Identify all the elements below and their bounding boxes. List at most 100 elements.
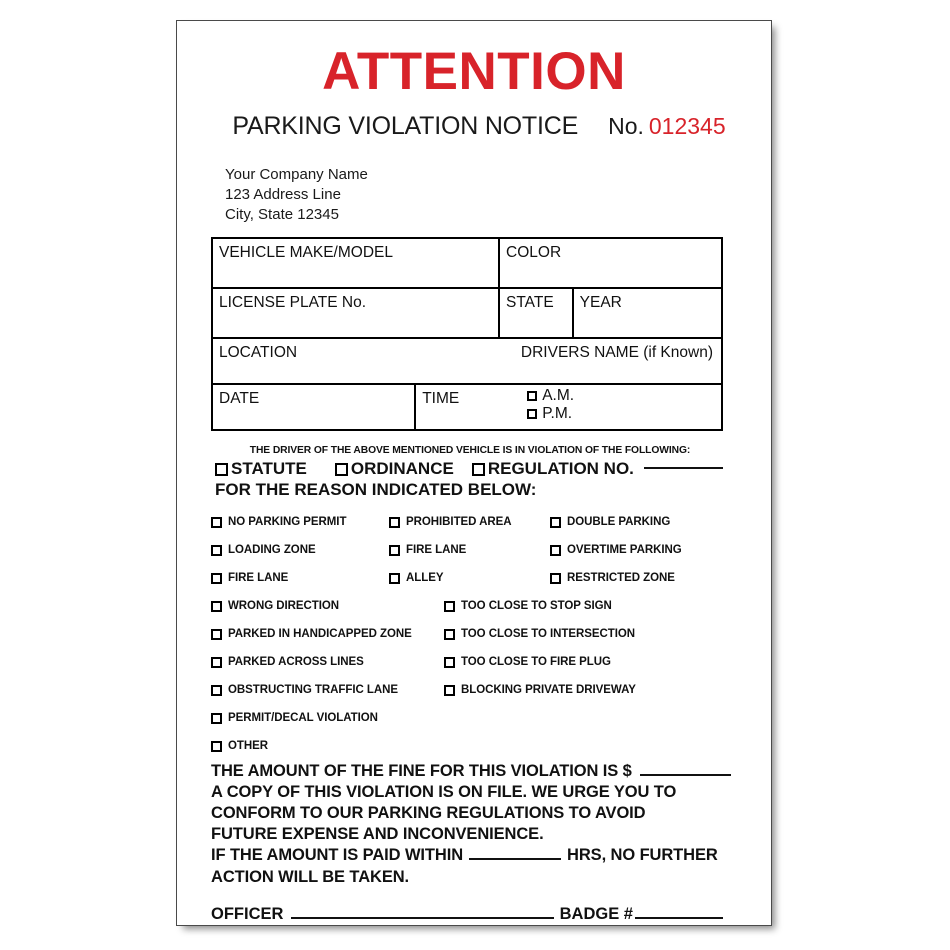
checkbox-label: ALLEY (406, 572, 444, 584)
field-year[interactable]: YEAR (574, 289, 721, 337)
checkbox-icon (471, 462, 485, 476)
notice-number-value: 012345 (648, 113, 726, 139)
checkbox-label: LOADING ZONE (228, 544, 316, 556)
checkbox-alley[interactable]: ALLEY (389, 572, 550, 584)
field-time[interactable]: TIME A.M. P.M. (416, 385, 721, 429)
checkbox-label: REGULATION NO. (487, 459, 634, 478)
checkbox-parked-in-handicapped-zone[interactable]: PARKED IN HANDICAPPED ZONE (211, 628, 444, 640)
fine-amount-blank[interactable] (639, 774, 731, 776)
checkbox-label: TOO CLOSE TO STOP SIGN (461, 600, 612, 612)
checkbox-icon (389, 544, 400, 556)
checkbox-icon (211, 600, 222, 612)
field-license-plate[interactable]: LICENSE PLATE No. (213, 289, 501, 337)
violation-type-row: STATUTE ORDINANCE REGULATION NO. (211, 459, 723, 479)
checkbox-icon (211, 516, 222, 528)
field-label: COLOR (506, 244, 562, 261)
checkbox-restricted-zone[interactable]: RESTRICTED ZONE (550, 572, 675, 584)
checkbox-label: PARKED IN HANDICAPPED ZONE (228, 628, 412, 640)
fine-amount-line: THE AMOUNT OF THE FINE FOR THIS VIOLATIO… (211, 761, 731, 782)
badge-number-blank[interactable] (635, 917, 723, 919)
checkbox-prohibited-area[interactable]: PROHIBITED AREA (389, 516, 550, 528)
checkbox-row: PARKED ACROSS LINES TOO CLOSE TO FIRE PL… (211, 648, 723, 676)
checkbox-label: PROHIBITED AREA (406, 516, 512, 528)
checkbox-obstructing-traffic-lane[interactable]: OBSTRUCTING TRAFFIC LANE (211, 684, 444, 696)
violation-caption: THE DRIVER OF THE ABOVE MENTIONED VEHICL… (249, 445, 691, 456)
table-row: VEHICLE MAKE/MODEL COLOR (213, 239, 721, 289)
checkbox-loading-zone[interactable]: LOADING ZONE (211, 544, 389, 556)
checkbox-pm[interactable]: P.M. (527, 405, 574, 423)
checkbox-icon (527, 409, 538, 420)
checkbox-row: NO PARKING PERMIT PROHIBITED AREA DOUBLE… (211, 508, 723, 536)
paid-within-suffix: HRS, NO FURTHER (567, 846, 718, 865)
checkbox-label: TOO CLOSE TO INTERSECTION (461, 628, 636, 640)
checkbox-icon (444, 600, 455, 612)
field-state[interactable]: STATE (500, 289, 574, 337)
checkbox-other[interactable]: OTHER (211, 740, 268, 752)
checkbox-icon (211, 628, 222, 640)
checkbox-label: STATUTE (231, 459, 307, 478)
paid-within-label: IF THE AMOUNT IS PAID WITHIN (211, 846, 464, 865)
checkbox-icon (211, 544, 222, 556)
copy-statement-line-2: CONFORM TO OUR PARKING REGULATIONS TO AV… (211, 804, 646, 823)
company-city-state-zip: City, State 12345 (225, 205, 339, 223)
regulation-no-blank[interactable] (643, 467, 723, 469)
checkbox-no-parking-permit[interactable]: NO PARKING PERMIT (211, 516, 389, 528)
checkbox-label: TOO CLOSE TO FIRE PLUG (461, 656, 611, 668)
officer-label: OFFICER (211, 905, 284, 923)
checkbox-row: OBSTRUCTING TRAFFIC LANE BLOCKING PRIVAT… (211, 676, 723, 704)
checkbox-too-close-to-intersection[interactable]: TOO CLOSE TO INTERSECTION (444, 628, 635, 640)
field-label: LOCATION (219, 344, 298, 361)
checkbox-row: PARKED IN HANDICAPPED ZONE TOO CLOSE TO … (211, 620, 723, 648)
checkbox-label: A.M. (542, 387, 575, 404)
checkbox-wrong-direction[interactable]: WRONG DIRECTION (211, 600, 444, 612)
checkbox-icon (527, 391, 538, 402)
checkbox-parked-across-lines[interactable]: PARKED ACROSS LINES (211, 656, 444, 668)
checkbox-double-parking[interactable]: DOUBLE PARKING (550, 516, 670, 528)
reason-checkbox-section: NO PARKING PERMIT PROHIBITED AREA DOUBLE… (211, 508, 723, 760)
officer-name-blank[interactable] (291, 917, 554, 919)
table-row: LOCATION DRIVERS NAME (if Known) (213, 339, 721, 385)
field-vehicle-make-model[interactable]: VEHICLE MAKE/MODEL (213, 239, 501, 287)
checkbox-icon (215, 462, 228, 476)
checkbox-label: BLOCKING PRIVATE DRIVEWAY (461, 684, 636, 696)
checkbox-icon (211, 712, 222, 724)
checkbox-statute[interactable]: STATUTE (215, 459, 307, 479)
field-label: LICENSE PLATE No. (219, 294, 367, 311)
officer-signature-row: OFFICER BADGE # (211, 905, 723, 924)
checkbox-am[interactable]: A.M. (527, 387, 574, 405)
checkbox-label: OBSTRUCTING TRAFFIC LANE (228, 684, 399, 696)
checkbox-label: WRONG DIRECTION (228, 600, 340, 612)
page-canvas: ATTENTION PARKING VIOLATION NOTICE No. 01… (0, 0, 950, 950)
paid-within-line: IF THE AMOUNT IS PAID WITHIN HRS, NO FUR… (211, 845, 731, 866)
company-name: Your Company Name (225, 166, 368, 183)
checkbox-overtime-parking[interactable]: OVERTIME PARKING (550, 544, 682, 556)
notice-number-label: No. (608, 113, 644, 139)
checkbox-fire-lane-1[interactable]: FIRE LANE (389, 544, 550, 556)
checkbox-icon (444, 656, 455, 668)
field-color[interactable]: COLOR (500, 239, 721, 287)
checkbox-blocking-private-driveway[interactable]: BLOCKING PRIVATE DRIVEWAY (444, 684, 636, 696)
checkbox-icon (550, 544, 561, 556)
checkbox-row: OTHER (211, 732, 723, 760)
checkbox-label: PERMIT/DECAL VIOLATION (228, 712, 378, 724)
fine-statement-section: THE AMOUNT OF THE FINE FOR THIS VIOLATIO… (211, 761, 731, 888)
checkbox-label: P.M. (542, 405, 573, 423)
notice-subtitle: PARKING VIOLATION NOTICE (232, 112, 579, 140)
copy-statement-line-3: FUTURE EXPENSE AND INCONVENIENCE. (211, 825, 544, 844)
checkbox-label: OTHER (228, 740, 269, 752)
field-label: TIME (422, 390, 460, 407)
checkbox-permit-decal-violation[interactable]: PERMIT/DECAL VIOLATION (211, 712, 378, 724)
checkbox-icon (550, 572, 561, 584)
paid-within-hours-blank[interactable] (469, 858, 562, 861)
checkbox-too-close-to-stop-sign[interactable]: TOO CLOSE TO STOP SIGN (444, 600, 612, 612)
checkbox-fire-lane-2[interactable]: FIRE LANE (211, 572, 389, 584)
checkbox-regulation-no[interactable]: REGULATION NO. (471, 459, 634, 479)
checkbox-label: ORDINANCE (350, 459, 454, 478)
checkbox-too-close-to-fire-plug[interactable]: TOO CLOSE TO FIRE PLUG (444, 656, 611, 668)
checkbox-icon (389, 572, 400, 584)
checkbox-icon (389, 516, 400, 528)
checkbox-label: FIRE LANE (228, 572, 289, 584)
field-location[interactable]: LOCATION DRIVERS NAME (if Known) (213, 339, 721, 383)
checkbox-ordinance[interactable]: ORDINANCE (334, 459, 454, 479)
field-date[interactable]: DATE (213, 385, 417, 429)
